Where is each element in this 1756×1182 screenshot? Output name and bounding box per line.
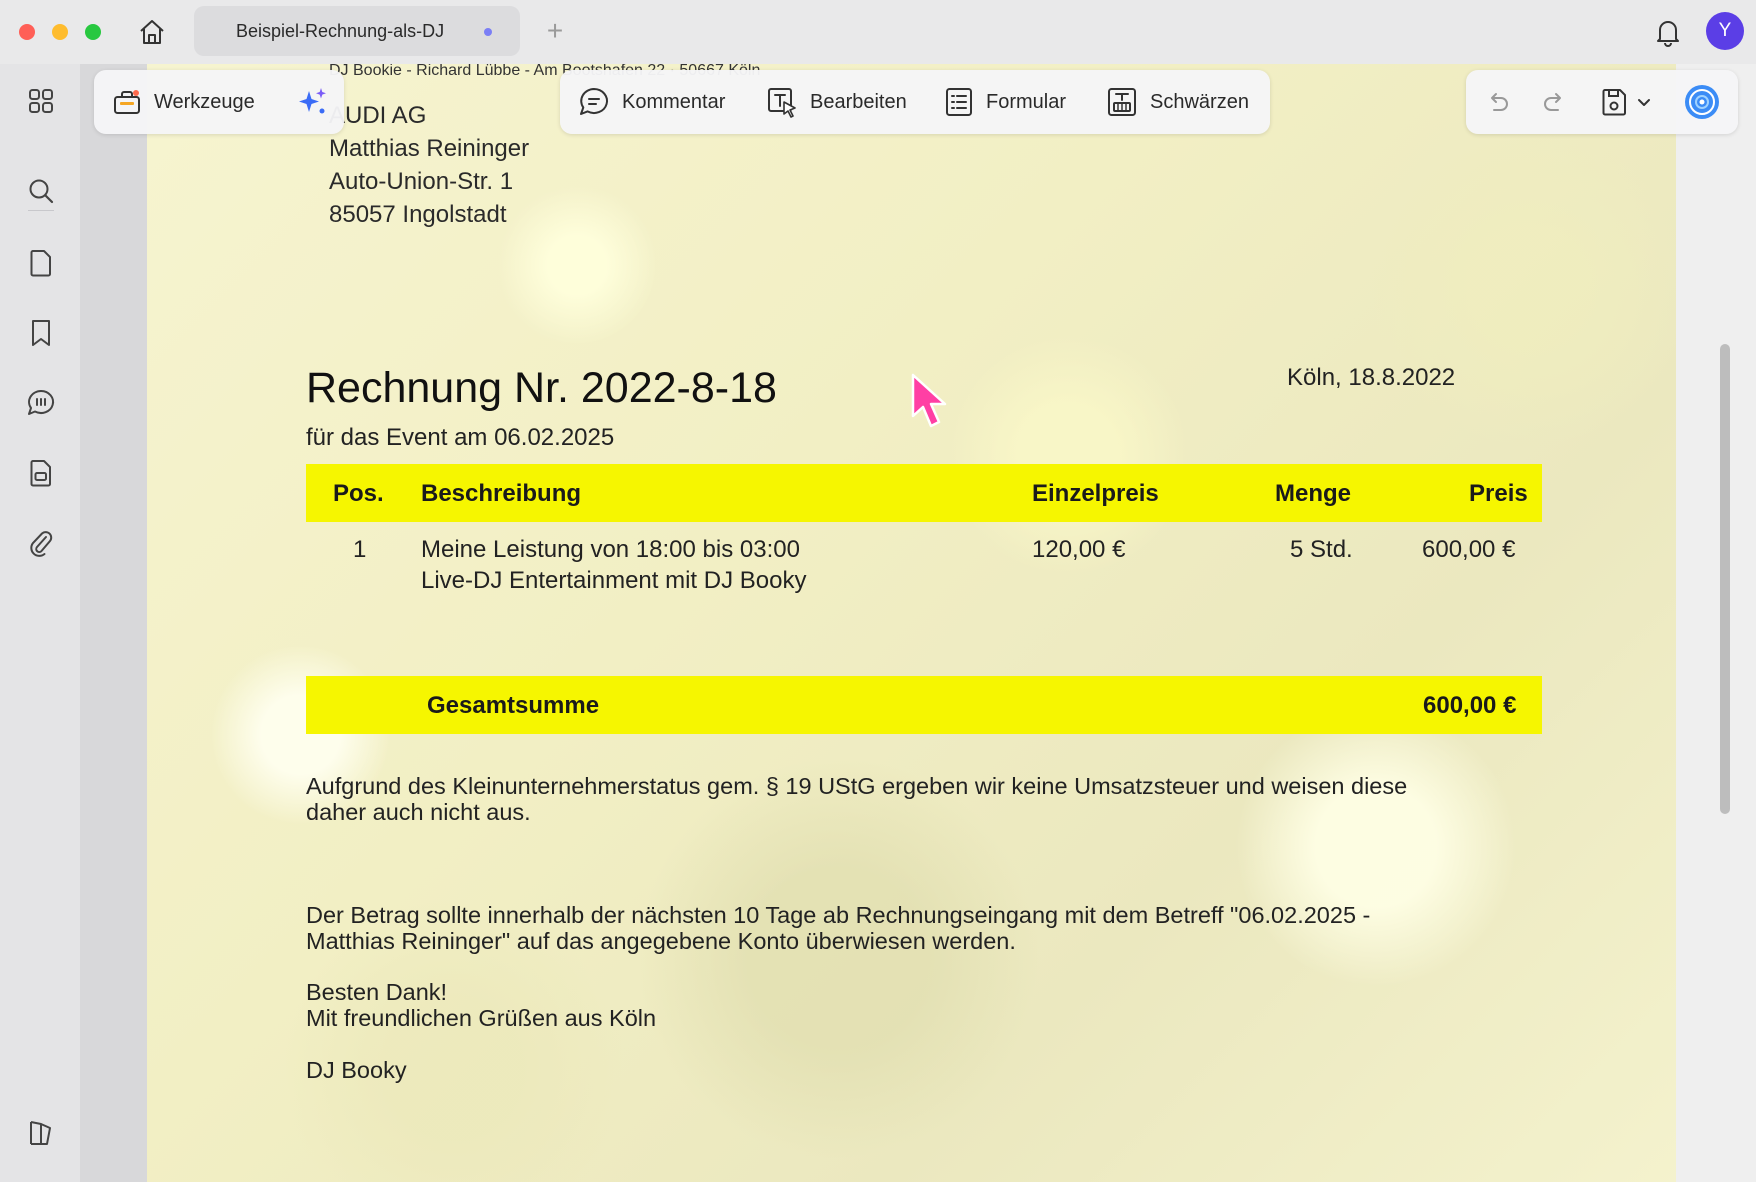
form-icon: [946, 88, 972, 116]
tax-note-line1: Aufgrund des Kleinunternehmerstatus gem.…: [306, 773, 1408, 799]
document-tab[interactable]: Beispiel-Rechnung-als-DJ: [194, 6, 520, 56]
scrollbar-thumb[interactable]: [1720, 344, 1730, 814]
header-price: Preis: [1469, 480, 1528, 507]
bookmark-icon[interactable]: [20, 312, 62, 354]
ai-sparkle-icon[interactable]: [292, 82, 332, 122]
redo-icon[interactable]: [1534, 82, 1574, 122]
header-description: Beschreibung: [421, 480, 582, 507]
comments-icon[interactable]: [20, 382, 62, 424]
comment-mode-button[interactable]: Kommentar: [578, 70, 725, 134]
recipient-city: 85057 Ingolstadt: [329, 201, 507, 228]
thanks-line: Besten Dank!: [306, 979, 448, 1005]
mouse-pointer-icon: [911, 373, 947, 428]
signature: DJ Booky: [306, 1057, 407, 1083]
total-label: Gesamtsumme: [427, 692, 600, 719]
attachment-icon[interactable]: [20, 522, 62, 564]
thumbnails-icon[interactable]: [20, 80, 62, 122]
new-tab-button[interactable]: +: [540, 14, 570, 48]
closing: Besten Dank! Mit freundlichen Grüßen aus…: [306, 979, 1546, 1031]
row-description-line1: Meine Leistung von 18:00 bis 03:00: [421, 536, 800, 563]
header-unit-price: Einzelpreis: [1032, 480, 1159, 507]
tools-group: Werkzeuge: [94, 70, 344, 134]
undo-icon[interactable]: [1478, 82, 1518, 122]
total-value: 600,00 €: [1423, 692, 1517, 719]
invoice-subtitle: für das Event am 06.02.2025: [306, 424, 615, 451]
comment-label: Kommentar: [622, 90, 726, 113]
document-viewport[interactable]: DJ Bookie - Richard Lübbe - Am Bootshafe…: [80, 64, 1756, 1182]
tab-title: Beispiel-Rechnung-als-DJ: [236, 20, 445, 41]
edit-mode-button[interactable]: Bearbeiten: [766, 70, 907, 134]
toolbox-icon: [114, 90, 140, 114]
unsaved-indicator: [484, 28, 492, 36]
payment-note: Der Betrag sollte innerhalb der nächsten…: [306, 902, 1546, 954]
close-window-button[interactable]: [19, 24, 35, 40]
form-label: Formular: [986, 90, 1067, 113]
save-icon[interactable]: [1594, 82, 1634, 122]
payment-note-line1: Der Betrag sollte innerhalb der nächsten…: [306, 902, 1371, 928]
recipient-street: Auto-Union-Str. 1: [329, 168, 514, 195]
left-sidebar: [0, 64, 80, 1182]
comment-icon: [580, 88, 608, 115]
invoice-title: Rechnung Nr. 2022-8-18: [306, 364, 777, 412]
header-pos: Pos.: [333, 480, 384, 507]
payment-note-line2: Matthias Reininger" auf das angegebene K…: [306, 928, 1016, 954]
ai-assistant-icon[interactable]: [1682, 82, 1722, 122]
home-icon[interactable]: [134, 14, 170, 50]
pages-icon[interactable]: [20, 242, 62, 284]
minimize-window-button[interactable]: [52, 24, 68, 40]
redact-icon: [1108, 88, 1136, 116]
row-unit-price: 120,00 €: [1032, 536, 1126, 563]
form-fields-icon[interactable]: [20, 452, 62, 494]
pdf-page[interactable]: DJ Bookie - Richard Lübbe - Am Bootshafe…: [147, 64, 1683, 1182]
notification-bell-icon[interactable]: [1650, 14, 1686, 50]
row-quantity: 5 Std.: [1290, 536, 1353, 563]
form-mode-button[interactable]: Formular: [944, 70, 1066, 134]
chevron-down-icon[interactable]: [1632, 82, 1656, 122]
greeting-line: Mit freundlichen Grüßen aus Köln: [306, 1005, 657, 1031]
table-header: Pos. Beschreibung Einzelpreis Menge Prei…: [306, 464, 1542, 522]
title-bar: Beispiel-Rechnung-als-DJ + Y: [0, 0, 1756, 64]
sidebar-collapse-icon[interactable]: [20, 1112, 62, 1154]
scrollbar-track[interactable]: [1676, 64, 1756, 1182]
header-quantity: Menge: [1275, 480, 1352, 507]
redact-label: Schwärzen: [1150, 90, 1249, 113]
tools-button[interactable]: Werkzeuge: [112, 70, 255, 134]
user-avatar[interactable]: Y: [1706, 12, 1744, 50]
edit-text-icon: [768, 88, 796, 118]
tax-note: Aufgrund des Kleinunternehmerstatus gem.…: [306, 773, 1546, 825]
row-price: 600,00 €: [1422, 536, 1516, 563]
tax-note-line2: daher auch nicht aus.: [306, 799, 531, 825]
actions-toolbar: [1466, 70, 1738, 134]
row-description-line2: Live-DJ Entertainment mit DJ Booky: [421, 567, 807, 594]
invoice-place-date: Köln, 18.8.2022: [1287, 364, 1456, 391]
search-icon[interactable]: [20, 170, 62, 212]
total-row: Gesamtsumme 600,00 €: [306, 676, 1542, 734]
recipient-name: Matthias Reininger: [329, 135, 530, 162]
mode-toolbar: Kommentar Bearbeiten Formular Schwärzen: [560, 70, 1270, 134]
maximize-window-button[interactable]: [85, 24, 101, 40]
redact-mode-button[interactable]: Schwärzen: [1106, 70, 1249, 134]
invoice-content: DJ Bookie - Richard Lübbe - Am Bootshafe…: [147, 64, 1683, 1182]
edit-label: Bearbeiten: [810, 90, 907, 113]
tools-label: Werkzeuge: [154, 90, 255, 113]
row-pos: 1: [353, 536, 367, 563]
